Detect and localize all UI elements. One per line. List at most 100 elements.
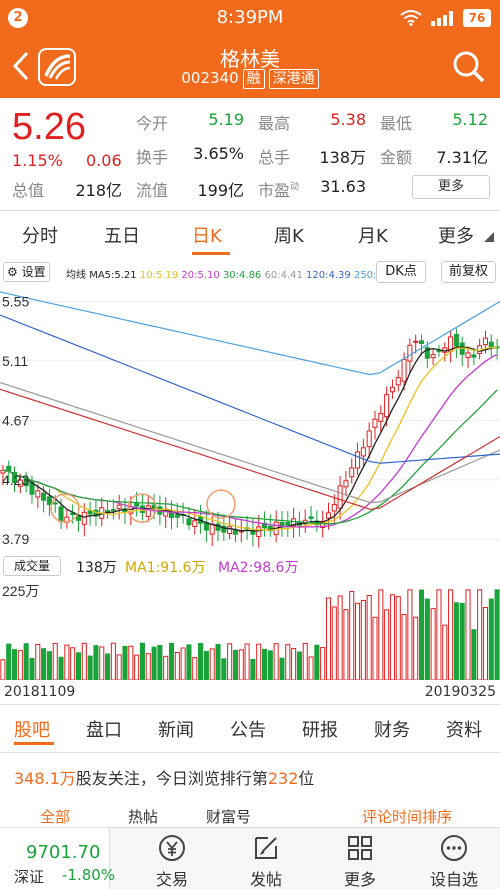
tab-news[interactable]: 新闻	[158, 716, 194, 742]
volume-indicator-button[interactable]: 成交量	[3, 556, 62, 576]
candle-up	[372, 418, 378, 428]
quote-more-button[interactable]: 更多	[412, 175, 490, 199]
candle-up	[389, 386, 395, 393]
volume-bar-up	[180, 647, 186, 680]
volume-bar-up	[110, 642, 116, 680]
tab-weekly-k[interactable]: 周K	[274, 222, 304, 248]
volume-bar-down	[296, 651, 302, 680]
status-time: 8:39PM	[216, 7, 284, 28]
candlestick-chart[interactable]: 5.55 5.11 4.67 4.23 3.79	[0, 284, 500, 554]
index-change: -1.80%	[62, 866, 116, 884]
tab-profile[interactable]: 资料	[446, 716, 482, 742]
tab-monthly-k[interactable]: 月K	[358, 222, 388, 248]
settings-button[interactable]: ⚙ 设置	[3, 262, 50, 282]
trade-label: 交易	[155, 870, 188, 889]
follower-count: 348.1万	[14, 769, 76, 788]
volume-bar-down	[87, 655, 93, 680]
volume-max-label: 225万	[2, 583, 39, 599]
forward-adjust-button[interactable]: 前复权	[441, 261, 496, 283]
post-button[interactable]: 发帖	[236, 828, 296, 889]
volume-bar-down	[41, 648, 47, 680]
tab-guba[interactable]: 股吧	[14, 716, 50, 742]
volume-bar-down	[314, 644, 320, 680]
more-button[interactable]: 更多	[330, 828, 390, 889]
forum-tab-all[interactable]: 全部	[40, 806, 70, 827]
volume-bar-down	[186, 644, 192, 680]
volume-bar-down	[105, 653, 111, 680]
candle-down	[87, 510, 93, 515]
open-value: 5.19	[208, 110, 244, 129]
low-label: 最低	[380, 114, 413, 133]
volume-bar-up	[81, 642, 87, 680]
ma-line	[0, 314, 500, 464]
open-label: 今开	[136, 114, 169, 133]
trade-button[interactable]: 交易	[142, 828, 202, 889]
tab-announcements[interactable]: 公告	[230, 716, 266, 742]
wifi-icon	[400, 10, 422, 26]
volume-bar-down	[198, 643, 204, 680]
dk-marker	[206, 489, 236, 519]
candle-down	[418, 340, 425, 345]
amount-value: 7.31亿	[436, 148, 488, 167]
candle-up	[384, 394, 390, 418]
pe-superscript: 动	[290, 182, 300, 193]
dk-point-button[interactable]: DK点	[376, 261, 426, 283]
forum-tab-wealth[interactable]: 财富号	[206, 806, 251, 827]
candle-up	[337, 485, 343, 509]
tab-more[interactable]: 更多	[438, 222, 474, 248]
sort-by-comment-time[interactable]: 评论时间排序	[362, 806, 452, 827]
app-screen: 2 8:39PM 76 格林美 002340 融深港通 5.26 1.15% 0…	[0, 0, 500, 889]
volume-bar-down	[262, 648, 268, 680]
volume-bar-down	[75, 652, 82, 680]
candle-up	[349, 467, 355, 478]
candle-up	[116, 504, 122, 510]
follow-text: 股友关注，今日浏览排行第	[75, 769, 268, 788]
tab-five-day[interactable]: 五日	[104, 222, 140, 248]
tab-order-book[interactable]: 盘口	[86, 716, 122, 742]
divider	[0, 210, 500, 211]
more-label: 更多	[343, 870, 376, 889]
volume-chart[interactable]: 225万	[0, 580, 500, 680]
y-tick-label: 5.55	[2, 293, 29, 309]
search-icon[interactable]	[452, 50, 486, 84]
candle-down	[186, 518, 192, 526]
volume-bar-up	[17, 650, 23, 680]
ma-line	[0, 381, 500, 504]
volume-bar-up	[116, 654, 122, 680]
turnover-value: 3.65%	[193, 144, 244, 163]
volume-bar-down	[93, 645, 99, 680]
volume-bar-up	[482, 607, 489, 680]
candle-up	[407, 344, 413, 362]
volume-bar-up	[0, 659, 6, 680]
volume-bar-up	[430, 608, 436, 680]
add-watchlist-button[interactable]: 设自选	[424, 828, 484, 889]
volume-bar-up	[360, 599, 366, 680]
add-watchlist-label: 设自选	[429, 870, 478, 889]
volume-bar-down	[250, 658, 256, 680]
tab-research[interactable]: 研报	[302, 716, 338, 742]
volume-bar-down	[6, 643, 12, 680]
tab-finance[interactable]: 财务	[374, 716, 410, 742]
volume-bar-up	[337, 595, 343, 680]
ma30-value: 30:4.86	[222, 270, 262, 281]
follow-info: 348.1万股友关注，今日浏览排行第232位	[14, 765, 314, 789]
volume-bar-down	[221, 658, 227, 680]
index-value: 9701.70	[26, 842, 101, 863]
ma-line	[0, 291, 500, 376]
tab-daily-k[interactable]: 日K	[192, 222, 222, 248]
volume-bar-up	[35, 644, 41, 680]
index-name: 深证	[14, 868, 45, 886]
period-tabs: 分时 五日 日K 周K 月K 更多	[0, 212, 500, 258]
forum-tab-hot[interactable]: 热帖	[128, 806, 158, 827]
volume-bar-up	[128, 645, 134, 680]
tab-intraday[interactable]: 分时	[22, 222, 58, 248]
candle-up	[413, 340, 419, 343]
index-ticker[interactable]: 9701.70 深证 -1.80%	[0, 828, 115, 889]
volume-bar-up	[52, 642, 58, 680]
candle-up	[401, 359, 407, 382]
signal-icon	[431, 11, 453, 26]
date-range: 20181109 20190325	[0, 684, 500, 704]
stock-code: 002340	[181, 69, 239, 87]
candle-down	[436, 350, 442, 353]
candle-down	[174, 514, 180, 518]
